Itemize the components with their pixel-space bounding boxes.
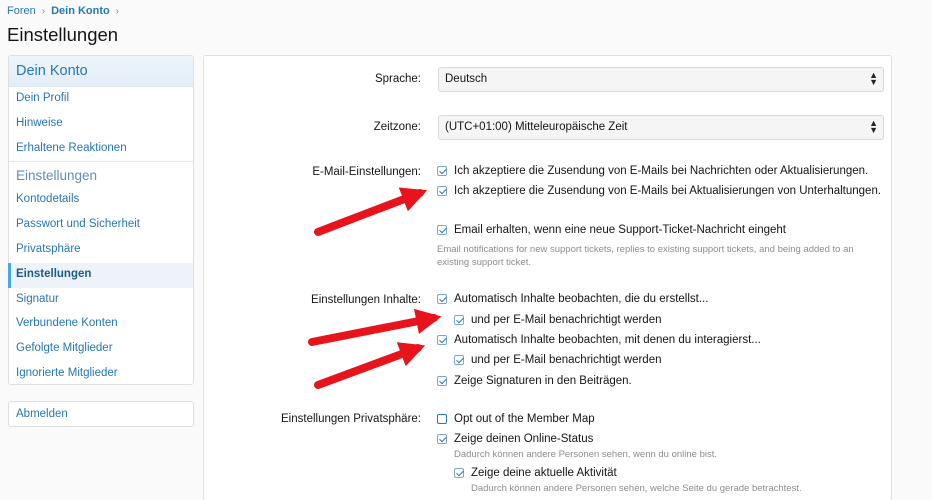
language-label: Sprache: [374, 73, 421, 85]
current-activity-hint: Dadurch können andere Personen sehen, we… [471, 483, 802, 494]
email-opt-conversations[interactable]: Ich akzeptiere die Zusendung von E-Mails… [437, 185, 881, 197]
checkbox-checked-icon[interactable] [437, 434, 447, 444]
email-opt-messages[interactable]: Ich akzeptiere die Zusendung von E-Mails… [437, 165, 868, 177]
watch-interacted-email-label: und per E-Mail benachrichtigt werden [471, 354, 662, 366]
checkbox-checked-icon[interactable] [454, 468, 464, 478]
checkbox-checked-icon[interactable] [437, 166, 447, 176]
email-opt-conversations-label: Ich akzeptiere die Zusendung von E-Mails… [454, 185, 882, 197]
opt-out-member-map-label: Opt out of the Member Map [454, 413, 595, 425]
email-opt-support-ticket-label: Email erhalten, wenn eine neue Support-T… [454, 224, 786, 236]
checkbox-checked-icon[interactable] [437, 376, 447, 386]
opt-out-member-map[interactable]: Opt out of the Member Map [437, 413, 595, 425]
updown-caret-icon: ▲ ▼ [869, 118, 878, 135]
page-title: Einstellungen [7, 24, 119, 45]
sidebar: Dein Konto Dein Profil Hinweise Erhalten… [8, 55, 194, 385]
watch-created-email[interactable]: und per E-Mail benachrichtigt werden [454, 314, 662, 326]
watch-interacted-content-label: Automatisch Inhalte beobachten, mit dene… [454, 334, 761, 346]
watch-created-content[interactable]: Automatisch Inhalte beobachten, die du e… [437, 293, 708, 305]
online-status-hint: Dadurch können andere Personen sehen, we… [454, 449, 718, 460]
show-online-status-label: Zeige deinen Online-Status [454, 433, 594, 445]
timezone-label: Zeitzone: [373, 121, 421, 133]
logout-link[interactable]: Abmelden [9, 402, 193, 426]
sidebar-item-ignorierte-mitglieder[interactable]: Ignorierte Mitglieder [9, 362, 193, 387]
watch-created-email-label: und per E-Mail benachrichtigt werden [471, 314, 662, 326]
sidebar-section-einstellungen[interactable]: Einstellungen [9, 161, 193, 188]
checkbox-checked-icon[interactable] [437, 186, 447, 196]
content-settings-label: Einstellungen Inhalte: [311, 294, 421, 306]
sidebar-item-signatur[interactable]: Signatur [9, 288, 193, 313]
email-settings-label: E-Mail-Einstellungen: [312, 166, 421, 178]
sidebar-item-gefolgte-mitglieder[interactable]: Gefolgte Mitglieder [9, 337, 193, 362]
chevron-right-icon: › [41, 5, 46, 17]
sidebar-item-privatsphaere[interactable]: Privatsphäre [9, 238, 193, 263]
language-value: Deutsch [445, 73, 488, 85]
watch-created-content-label: Automatisch Inhalte beobachten, die du e… [454, 293, 709, 305]
breadcrumb: Foren › Dein Konto › [7, 5, 119, 17]
checkbox-checked-icon[interactable] [437, 294, 447, 304]
breadcrumb-item-foren[interactable]: Foren [7, 5, 36, 17]
sidebar-logout-block: Abmelden [8, 401, 194, 427]
checkbox-checked-icon[interactable] [437, 335, 447, 345]
language-select[interactable]: Deutsch ▲ ▼ [438, 67, 884, 92]
show-signatures-label: Zeige Signaturen in den Beiträgen. [454, 375, 632, 387]
show-online-status[interactable]: Zeige deinen Online-Status [437, 433, 593, 445]
timezone-select[interactable]: (UTC+01:00) Mitteleuropäische Zeit ▲ ▼ [438, 115, 884, 140]
checkbox-checked-icon[interactable] [437, 225, 447, 235]
email-opt-messages-label: Ich akzeptiere die Zusendung von E-Mails… [454, 165, 869, 177]
watch-interacted-content[interactable]: Automatisch Inhalte beobachten, mit dene… [437, 334, 761, 346]
checkbox-unchecked-icon[interactable] [437, 414, 447, 424]
sidebar-item-kontodetails[interactable]: Kontodetails [9, 188, 193, 213]
chevron-right-icon: › [115, 5, 120, 17]
email-opt-support-ticket[interactable]: Email erhalten, wenn eine neue Support-T… [437, 224, 786, 236]
sidebar-item-erhaltene-reaktionen[interactable]: Erhaltene Reaktionen [9, 137, 193, 162]
timezone-value: (UTC+01:00) Mitteleuropäische Zeit [445, 121, 628, 133]
sidebar-item-dein-profil[interactable]: Dein Profil [9, 87, 193, 112]
updown-caret-icon: ▲ ▼ [869, 70, 878, 87]
sidebar-item-einstellungen[interactable]: Einstellungen [8, 262, 193, 288]
watch-interacted-email[interactable]: und per E-Mail benachrichtigt werden [454, 354, 662, 366]
sidebar-head[interactable]: Dein Konto [9, 56, 193, 87]
breadcrumb-item-dein-konto[interactable]: Dein Konto [51, 5, 110, 17]
show-signatures[interactable]: Zeige Signaturen in den Beiträgen. [437, 375, 632, 387]
sidebar-item-passwort[interactable]: Passwort und Sicherheit [9, 213, 193, 238]
sidebar-item-verbundene-konten[interactable]: Verbundene Konten [9, 312, 193, 337]
show-current-activity-label: Zeige deine aktuelle Aktivität [471, 467, 617, 479]
support-ticket-hint: Email notifications for new support tick… [437, 244, 854, 268]
checkbox-checked-icon[interactable] [454, 315, 464, 325]
sidebar-item-hinweise[interactable]: Hinweise [9, 112, 193, 137]
show-current-activity[interactable]: Zeige deine aktuelle Aktivität [454, 467, 617, 479]
privacy-settings-label: Einstellungen Privatsphäre: [281, 413, 421, 425]
checkbox-checked-icon[interactable] [454, 355, 464, 365]
